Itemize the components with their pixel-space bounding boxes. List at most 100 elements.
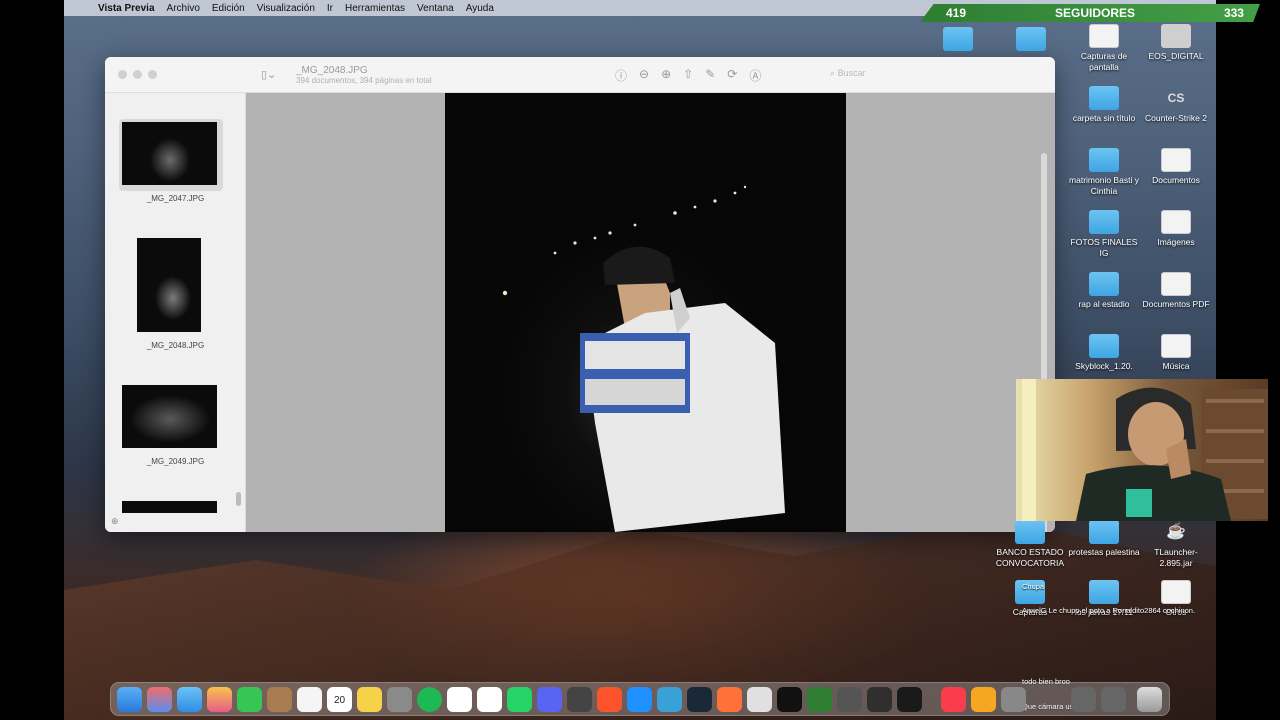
thumbnail-image[interactable] (137, 238, 201, 332)
share-icon[interactable]: ⇧ (683, 67, 693, 84)
terminal-icon[interactable] (897, 687, 922, 712)
mail-icon[interactable] (177, 687, 202, 712)
image-file-icon (1161, 210, 1191, 234)
webcam-overlay (1016, 379, 1268, 521)
notes-icon[interactable] (357, 687, 382, 712)
annotate-icon[interactable]: Ⓐ (749, 67, 761, 84)
title-bar[interactable]: ▯⌄ _MG_2048.JPG 394 documentos, 394 pági… (105, 57, 1055, 93)
thumbnail-image[interactable] (122, 385, 217, 448)
screenshot-folder-icon (1089, 24, 1119, 48)
desktop-icon[interactable]: Skyblock_1.20. (1068, 334, 1140, 372)
markup-icon[interactable]: ✎ (705, 67, 715, 84)
letterbox-right (1216, 0, 1280, 720)
desktop-icon[interactable] (995, 27, 1067, 54)
thumbnail-image[interactable] (122, 501, 217, 513)
menu-herramientas[interactable]: Herramientas (345, 3, 405, 14)
finder-icon[interactable] (117, 687, 142, 712)
window-thumbnail-icon[interactable] (1101, 687, 1126, 712)
webcam-person (1022, 379, 1268, 521)
desktop-icon[interactable]: Imágenes (1140, 210, 1212, 248)
music-icon[interactable] (941, 687, 966, 712)
podcast-icon[interactable] (971, 687, 996, 712)
info-icon[interactable]: ⓘ (615, 67, 627, 84)
folder-icon (1089, 210, 1119, 234)
zoom-button[interactable] (148, 70, 157, 79)
folder-icon (1089, 334, 1119, 358)
app-icon[interactable] (657, 687, 682, 712)
app-icon[interactable] (747, 687, 772, 712)
window-subtitle: 394 documentos, 394 páginas en total (296, 76, 432, 85)
music-file-icon (1161, 334, 1191, 358)
obs-icon[interactable] (867, 687, 892, 712)
add-page-icon[interactable]: ⊕ (111, 516, 119, 527)
apple-tv-icon[interactable] (777, 687, 802, 712)
chat-message: Chupa (1022, 582, 1045, 591)
trash-icon[interactable] (1137, 687, 1162, 712)
close-button[interactable] (118, 70, 127, 79)
app-icon[interactable] (567, 687, 592, 712)
menu-archivo[interactable]: Archivo (167, 3, 200, 14)
window-title: _MG_2048.JPG (296, 65, 368, 76)
steam-icon[interactable] (687, 687, 712, 712)
thumbnail-label[interactable]: _MG_2048.JPG (105, 341, 246, 350)
app-icon[interactable] (807, 687, 832, 712)
desktop-icon[interactable]: FOTOS FINALES IG (1068, 210, 1140, 258)
desktop-icon[interactable]: Documentos (1140, 148, 1212, 186)
folder-icon (1015, 520, 1045, 544)
brave-icon[interactable] (597, 687, 622, 712)
menu-ayuda[interactable]: Ayuda (466, 3, 494, 14)
preview-window: ▯⌄ _MG_2048.JPG 394 documentos, 394 pági… (105, 57, 1055, 532)
search-field[interactable]: ⌕ Buscar (830, 68, 866, 79)
desktop-icon[interactable]: ☕ TLauncher-2.895.jar (1140, 520, 1212, 568)
desktop-icon[interactable]: carpeta sin título (1068, 86, 1140, 124)
menu-ventana[interactable]: Ventana (417, 3, 454, 14)
notion-icon[interactable] (447, 687, 472, 712)
letterbox-left (0, 0, 64, 720)
desktop-icon[interactable]: EOS_DIGITAL (1140, 24, 1212, 62)
facetime-icon[interactable] (237, 687, 262, 712)
reminders-icon[interactable] (297, 687, 322, 712)
photos-icon[interactable] (207, 687, 232, 712)
menu-edicion[interactable]: Edición (212, 3, 245, 14)
thumbnail-label[interactable]: _MG_2049.JPG (105, 457, 246, 466)
rotate-icon[interactable]: ⟳ (727, 67, 737, 84)
preview-icon[interactable] (1001, 687, 1026, 712)
launchpad-icon[interactable] (147, 687, 172, 712)
desktop-icon[interactable]: Capturas de pantalla (1068, 24, 1140, 72)
app-icon[interactable] (837, 687, 862, 712)
search-placeholder: Buscar (837, 68, 866, 78)
calendar-icon[interactable]: 20 (327, 687, 352, 712)
desktop-icon[interactable]: Música (1140, 334, 1212, 372)
counter-strike-icon: CS (1167, 91, 1185, 105)
desktop-icon[interactable]: matrimonio Basti y Cinthia (1068, 148, 1140, 196)
zoom-out-icon[interactable]: ⊖ (639, 67, 649, 84)
discord-icon[interactable] (537, 687, 562, 712)
whatsapp-icon[interactable] (507, 687, 532, 712)
sidebar-scrollbar[interactable] (236, 492, 241, 506)
calendar-app-icon[interactable] (477, 687, 502, 712)
sidebar-toggle-icon[interactable]: ▯⌄ (261, 68, 276, 81)
desktop-icon[interactable]: rap al estadio (1068, 272, 1140, 310)
contacts-icon[interactable] (267, 687, 292, 712)
system-settings-icon[interactable] (387, 687, 412, 712)
desktop-icon[interactable]: CS Counter-Strike 2 (1140, 86, 1212, 124)
zoom-in-icon[interactable]: ⊕ (661, 67, 671, 84)
calendar-day: 20 (333, 695, 346, 706)
desktop-icon[interactable]: Documentos PDF (1140, 272, 1212, 310)
safari-icon[interactable] (627, 687, 652, 712)
desktop-icon[interactable]: protestas palestina (1068, 520, 1140, 558)
desktop-icon[interactable]: BANCO ESTADO CONVOCATORIA (994, 520, 1066, 568)
firefox-icon[interactable] (717, 687, 742, 712)
followers-counter-overlay: 419 SEGUIDORES 333 (920, 4, 1260, 22)
desktop-icon[interactable] (922, 27, 994, 54)
thumbnail-image[interactable] (122, 122, 217, 185)
thumbnail-label[interactable]: _MG_2047.JPG (105, 194, 246, 203)
folder-icon (1089, 580, 1119, 604)
window-thumbnail-icon[interactable] (1071, 687, 1096, 712)
spotify-icon[interactable] (417, 687, 442, 712)
folder-icon (1089, 520, 1119, 544)
menu-app-name[interactable]: Vista Previa (98, 3, 155, 14)
menu-ir[interactable]: Ir (327, 3, 333, 14)
minimize-button[interactable] (133, 70, 142, 79)
menu-visualizacion[interactable]: Visualización (257, 3, 315, 14)
